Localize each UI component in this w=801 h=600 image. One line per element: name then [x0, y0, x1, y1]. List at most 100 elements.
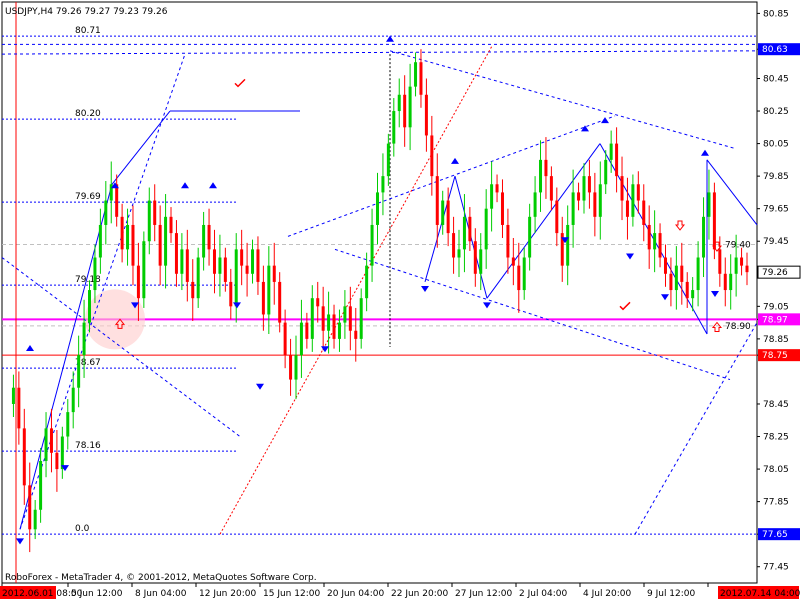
candle-body-77 — [424, 94, 428, 136]
candle-body-128 — [702, 216, 706, 258]
x-tick-label-8: 2 Jul 04:00 — [519, 589, 568, 599]
candle-body-2 — [17, 387, 21, 429]
candle-body-48 — [267, 265, 271, 315]
candle-body-68 — [376, 192, 379, 225]
candle-body-131 — [718, 249, 722, 274]
candle-body-71 — [392, 111, 396, 144]
candle-body-12 — [71, 387, 75, 413]
y-tick-label-13: 78.45 — [763, 400, 789, 410]
y-tick-label-4: 80.05 — [763, 140, 789, 150]
candle-body-114 — [625, 200, 629, 217]
current-price-label: 79.26 — [762, 268, 788, 278]
candle-body-73 — [403, 94, 407, 128]
candle-body-78 — [430, 135, 434, 177]
candle-body-129 — [707, 192, 711, 217]
candle-body-81 — [446, 200, 450, 234]
candle-body-115 — [631, 184, 635, 217]
candle-body-132 — [723, 273, 727, 291]
candle-body-84 — [462, 216, 466, 250]
candle-body-135 — [740, 257, 744, 266]
x-tick-label-1: 5 Jun 12:00 — [71, 589, 123, 599]
candle-body-46 — [256, 249, 260, 282]
candle-body-66 — [365, 265, 369, 299]
candle-body-53 — [294, 355, 298, 380]
candle-body-107 — [587, 176, 591, 193]
fib-level-label-3: 79.18 — [75, 275, 101, 285]
candle-body-34 — [191, 281, 195, 299]
y-tick-label-0: 80.85 — [763, 9, 789, 19]
candle-body-87 — [479, 249, 483, 274]
candle-body-1 — [11, 387, 15, 404]
candle-body-50 — [278, 281, 282, 323]
candle-body-9 — [55, 452, 59, 470]
candle-body-105 — [577, 192, 581, 201]
fib-level-label-6: 0.0 — [75, 524, 90, 534]
fib-level-label-0: 80.71 — [75, 26, 101, 36]
candle-body-41 — [229, 281, 233, 307]
candle-body-125 — [685, 281, 689, 299]
candle-body-25 — [142, 241, 146, 299]
highlight-circle — [85, 289, 145, 350]
candle-body-86 — [473, 241, 477, 274]
candle-body-26 — [147, 200, 151, 242]
candle-body-109 — [598, 184, 602, 217]
candle-body-89 — [490, 184, 494, 209]
candle-body-33 — [185, 249, 189, 282]
candle-body-101 — [555, 200, 559, 234]
candle-body-72 — [397, 94, 401, 112]
candle-body-47 — [261, 281, 265, 315]
y-tick-label-11: 78.85 — [763, 335, 789, 345]
candle-body-44 — [245, 265, 249, 274]
candle-body-57 — [316, 298, 320, 307]
candle-body-91 — [500, 192, 504, 225]
candle-body-42 — [234, 249, 238, 307]
candle-body-85 — [468, 216, 472, 242]
candle-body-4 — [28, 485, 32, 530]
candle-body-51 — [283, 322, 287, 356]
candle-body-32 — [180, 249, 184, 274]
y-tick-label-7: 79.45 — [763, 237, 789, 247]
candle-body-127 — [696, 257, 700, 291]
x-tick-label-2: 8 Jun 04:00 — [135, 589, 187, 599]
x-tick-label-7: 27 Jun 12:00 — [455, 589, 512, 599]
candle-body-58 — [321, 306, 325, 331]
price-marker-label-3: 78.75 — [762, 351, 788, 361]
candle-body-59 — [327, 314, 331, 331]
fib-level-label-2: 79.69 — [75, 192, 101, 202]
price-marker-label-4: 77.65 — [762, 530, 788, 540]
candle-body-98 — [539, 159, 543, 193]
candle-body-108 — [593, 192, 597, 217]
candle-body-28 — [158, 224, 162, 266]
candle-body-100 — [549, 176, 553, 201]
candle-body-55 — [305, 322, 309, 339]
candle-body-45 — [251, 249, 255, 274]
candle-body-97 — [533, 192, 537, 217]
candle-body-76 — [419, 62, 423, 95]
y-tick-label-2: 80.45 — [763, 74, 789, 84]
candle-body-113 — [620, 176, 624, 201]
candle-body-54 — [299, 322, 303, 356]
y-tick-label-16: 77.85 — [763, 498, 789, 508]
candle-body-3 — [22, 428, 26, 486]
candle-body-133 — [729, 273, 733, 291]
candle-body-39 — [218, 257, 222, 274]
candle-body-62 — [343, 306, 347, 323]
candle-body-31 — [174, 233, 178, 274]
y-tick-label-5: 79.85 — [763, 172, 789, 182]
x-tick-label-11: 2012.07.14 04:00 — [720, 589, 801, 599]
x-tick-label-5: 20 Jun 04:00 — [327, 589, 384, 599]
candle-body-37 — [207, 224, 211, 250]
candle-body-99 — [544, 159, 548, 177]
y-tick-label-9: 79.05 — [763, 302, 789, 312]
x-tick-label-4: 15 Jun 12:00 — [263, 589, 320, 599]
candle-body-49 — [272, 265, 276, 282]
candle-body-17 — [98, 224, 102, 258]
price-marker-label-2: 78.97 — [762, 315, 788, 325]
horizontal-level-label-1: 78.90 — [725, 322, 751, 332]
candle-body-80 — [441, 200, 445, 225]
candle-body-104 — [571, 192, 575, 225]
candle-body-136 — [745, 265, 749, 273]
candle-body-38 — [212, 249, 216, 274]
candle-body-130 — [712, 192, 716, 250]
candle-body-75 — [414, 62, 418, 87]
